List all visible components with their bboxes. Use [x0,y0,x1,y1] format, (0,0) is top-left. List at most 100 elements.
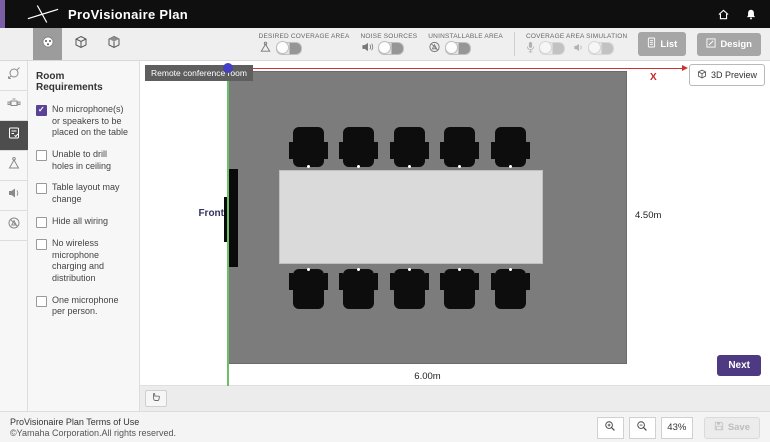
panel-title: Room Requirements [36,71,131,93]
chair[interactable] [293,269,324,309]
chair[interactable] [293,127,324,167]
requirement-label: No microphone(s) or speakers to be place… [52,104,131,139]
checkbox[interactable] [36,183,47,194]
chair[interactable] [444,127,475,167]
design-icon [706,38,716,51]
origin-point[interactable] [223,63,233,73]
front-label: Front [184,208,224,219]
room-name-tag: Remote conference room [145,65,253,81]
uninstallable-area-icon [7,216,21,235]
uninstallable-area-toggle[interactable] [445,42,471,55]
toggle-label: COVERAGE AREA SIMULATION [526,33,627,40]
chair-anchor-dot [458,268,461,271]
tab-cube-view[interactable] [66,28,95,60]
hand-cursor-icon [150,391,162,406]
speaker-icon [573,40,584,58]
home-icon[interactable] [717,8,730,21]
chair-anchor-dot [509,268,512,271]
requirement-label: One microphone per person. [52,295,131,318]
sidebar-item-requirements[interactable] [0,121,28,151]
checkbox[interactable] [36,217,47,228]
zoom-in-button[interactable] [597,417,624,439]
uninstallable-area-icon [428,40,441,58]
chair-anchor-dot [458,165,461,168]
yamaha-logo-icon [26,3,60,25]
design-button[interactable]: Design [697,33,761,56]
toggle-group-noise-sources: NOISE SOURCES [361,33,418,56]
preview-3d-icon [697,69,707,81]
pan-hand-button[interactable] [145,390,167,407]
requirement-item[interactable]: No wireless microphone charging and dist… [36,238,131,285]
room-3d-icon [7,66,21,85]
app-title: ProVisionaire Plan [68,7,188,22]
bell-icon[interactable] [745,8,757,21]
chair-anchor-dot [509,165,512,168]
sidebar-item-noise[interactable] [0,181,28,211]
room-requirements-panel: Room Requirements No microphone(s) or sp… [28,61,140,411]
status-bar: ProVisionaire Plan Terms of Use ©Yamaha … [0,411,770,442]
terms-of-use-link[interactable]: ProVisionaire Plan Terms of Use [10,417,176,427]
tab-sphere-view[interactable] [33,28,62,60]
furniture-icon [7,96,21,115]
canvas-tool-strip [140,385,770,411]
requirement-item[interactable]: Hide all wiring [36,216,131,228]
desired-coverage-toggle[interactable] [276,42,302,55]
next-button[interactable]: Next [717,355,761,376]
microphone-icon [526,40,535,58]
chair[interactable] [495,269,526,309]
requirement-item[interactable]: No microphone(s) or speakers to be place… [36,104,131,139]
requirement-label: Unable to drill holes in ceiling [52,149,131,172]
front-display[interactable] [229,169,238,267]
chair-anchor-dot [307,268,310,271]
chair-anchor-dot [357,165,360,168]
chair-anchor-dot [408,165,411,168]
requirement-item[interactable]: Unable to drill holes in ceiling [36,149,131,172]
app-window: ProVisionaire Plan [0,0,770,442]
list-button[interactable]: List [638,32,686,56]
toggle-group-coverage-simulation: COVERAGE AREA SIMULATION [526,33,627,56]
workspace: Remote conference room X Front 4.50m 6.0… [140,61,770,411]
chair-anchor-dot [307,165,310,168]
top-bar: ProVisionaire Plan [0,0,770,28]
checkbox[interactable] [36,150,47,161]
sidebar-item-coverage[interactable] [0,151,28,181]
noise-sources-toggle[interactable] [378,42,404,55]
x-axis-line [228,68,686,69]
checkbox[interactable] [36,296,47,307]
requirement-label: No wireless microphone charging and dist… [52,238,131,285]
requirement-item[interactable]: One microphone per person. [36,295,131,318]
simulation-mic-toggle[interactable] [539,42,565,55]
save-button[interactable]: Save [704,417,760,439]
sidebar-item-furniture[interactable] [0,91,28,121]
checkbox[interactable] [36,239,47,250]
conference-table[interactable] [279,170,543,264]
checkbox[interactable] [36,105,47,116]
sidebar-item-room[interactable] [0,61,28,91]
left-icon-rail [0,61,28,411]
noise-source-icon [7,186,21,205]
chair[interactable] [343,127,374,167]
design-button-label: Design [720,39,752,50]
chair[interactable] [394,127,425,167]
requirement-item[interactable]: Table layout may change [36,182,131,205]
copyright-text: ©Yamaha Corporation.All rights reserved. [10,428,176,438]
toggle-label: UNINSTALLABLE AREA [428,33,503,40]
chair[interactable] [495,127,526,167]
toolbar-controls: DESIRED COVERAGE AREA NOISE SOURCES [259,28,761,60]
view-tabs [33,28,128,60]
zoom-out-button[interactable] [629,417,656,439]
preview-3d-button[interactable]: 3D Preview [689,64,765,86]
room[interactable] [228,71,627,364]
room-height-dimension: 4.50m [635,210,661,221]
zoom-out-icon [636,420,648,435]
requirement-label: Table layout may change [52,182,131,205]
chair[interactable] [444,269,475,309]
chair[interactable] [394,269,425,309]
cube-grid-view-icon [107,35,121,54]
chair[interactable] [343,269,374,309]
simulation-speaker-toggle[interactable] [588,42,614,55]
floor-plan-canvas[interactable]: Remote conference room X Front 4.50m 6.0… [140,61,770,385]
chair-anchor-dot [357,268,360,271]
sidebar-item-uninstallable[interactable] [0,211,28,241]
tab-cube-grid-view[interactable] [99,28,128,60]
